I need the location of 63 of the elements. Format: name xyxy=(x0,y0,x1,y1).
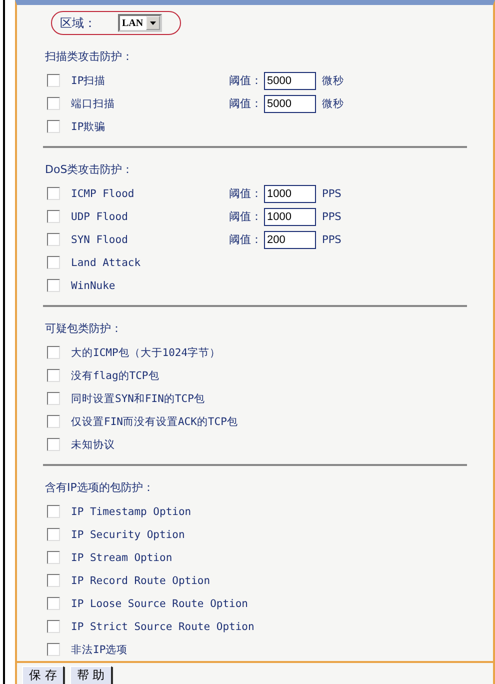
option-label: 大的ICMP包（大于1024字节） xyxy=(71,346,221,360)
option-label: IP扫描 xyxy=(71,74,107,88)
threshold-field[interactable]: 1000 xyxy=(264,208,316,226)
section-heading: 含有IP选项的包防护： xyxy=(45,480,155,495)
checkbox[interactable] xyxy=(47,505,60,518)
option-label: SYN Flood xyxy=(71,234,129,246)
checkbox[interactable] xyxy=(47,415,60,428)
checkbox[interactable] xyxy=(47,528,60,541)
option-label: ICMP Flood xyxy=(71,188,136,200)
threshold-label: 阈值： xyxy=(229,186,262,201)
unit-label: 微秒 xyxy=(322,74,344,88)
region-dropdown[interactable]: LAN xyxy=(118,14,162,32)
checkbox[interactable] xyxy=(47,187,60,200)
checkbox[interactable] xyxy=(47,256,60,269)
checkbox[interactable] xyxy=(47,369,60,382)
option-label: 同时设置SYN和FIN的TCP包 xyxy=(71,392,205,406)
help-button[interactable]: 帮 助 xyxy=(70,666,112,684)
checkbox[interactable] xyxy=(47,643,60,656)
checkbox[interactable] xyxy=(47,210,60,223)
option-label: UDP Flood xyxy=(71,210,129,222)
option-label: IP Loose Source Route Option xyxy=(71,598,248,610)
section-heading: 扫描类攻击防护： xyxy=(45,49,134,64)
checkbox[interactable] xyxy=(47,574,60,587)
option-label: WinNuke xyxy=(71,280,116,292)
option-label: IP Security Option xyxy=(71,528,185,540)
checkbox[interactable] xyxy=(47,551,60,564)
section-heading: 可疑包类防护： xyxy=(45,321,123,336)
option-label: IP欺骗 xyxy=(71,120,106,134)
unit-label: PPS xyxy=(322,210,342,222)
option-label: IP Stream Option xyxy=(71,552,172,564)
option-label: IP Record Route Option xyxy=(71,574,210,586)
checkbox[interactable] xyxy=(47,597,60,610)
unit-label: PPS xyxy=(322,188,342,200)
region-label: 区域： xyxy=(60,14,96,32)
checkbox[interactable] xyxy=(47,346,60,359)
checkbox[interactable] xyxy=(47,74,60,87)
checkbox[interactable] xyxy=(47,233,60,246)
option-label: IP Strict Source Route Option xyxy=(71,620,254,632)
option-label: 未知协议 xyxy=(71,438,115,452)
checkbox[interactable] xyxy=(47,279,60,292)
threshold-field[interactable]: 1000 xyxy=(264,184,316,202)
option-label: 仅设置FIN而没有设置ACK的TCP包 xyxy=(71,414,238,428)
option-label: 端口扫描 xyxy=(71,96,116,110)
threshold-label: 阈值： xyxy=(229,73,262,88)
option-label: IP Timestamp Option xyxy=(71,506,192,518)
option-label: 非法IP选项 xyxy=(71,642,128,656)
save-button[interactable]: 保 存 xyxy=(22,666,64,684)
threshold-field[interactable]: 200 xyxy=(264,230,316,248)
section-heading: DoS类攻击防护： xyxy=(45,162,134,177)
unit-label: PPS xyxy=(322,234,342,246)
threshold-label: 阈值： xyxy=(229,96,262,111)
checkbox[interactable] xyxy=(47,438,60,451)
checkbox[interactable] xyxy=(47,392,60,405)
threshold-label: 阈值： xyxy=(229,209,262,224)
option-label: 没有flag的TCP包 xyxy=(71,368,160,382)
threshold-field[interactable]: 5000 xyxy=(264,94,316,112)
option-label: Land Attack xyxy=(71,256,141,268)
checkbox[interactable] xyxy=(47,620,60,633)
threshold-field[interactable]: 5000 xyxy=(264,72,316,90)
unit-label: 微秒 xyxy=(322,96,344,110)
threshold-label: 阈值： xyxy=(229,232,262,247)
checkbox[interactable] xyxy=(47,97,60,110)
checkbox[interactable] xyxy=(47,120,60,133)
